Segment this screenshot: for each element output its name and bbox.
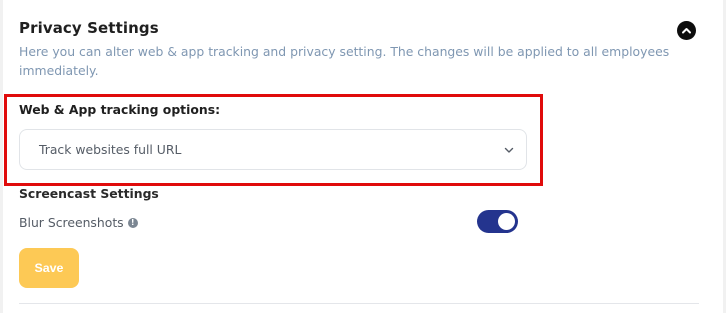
blur-screenshots-row-label: Blur Screenshots ! <box>19 215 138 230</box>
section-description: Here you can alter web & app tracking an… <box>19 44 670 78</box>
blur-screenshots-toggle[interactable] <box>477 210 518 233</box>
chevron-up-icon <box>682 28 691 34</box>
screencast-settings-heading: Screencast Settings <box>19 186 159 201</box>
toggle-knob <box>498 213 515 230</box>
panel-left-edge <box>0 0 3 313</box>
section-divider <box>19 303 699 304</box>
collapse-section-button[interactable] <box>677 21 696 40</box>
tracking-options-value: Track websites full URL <box>39 142 182 157</box>
info-icon[interactable]: ! <box>127 217 138 228</box>
tracking-options-select[interactable]: Track websites full URL <box>19 129 527 170</box>
section-title: Privacy Settings <box>19 19 159 37</box>
chevron-down-icon <box>504 147 514 153</box>
tracking-options-label: Web & App tracking options: <box>19 102 221 117</box>
privacy-settings-panel: Privacy Settings Here you can alter web … <box>0 0 726 313</box>
blur-screenshots-label: Blur Screenshots <box>19 215 124 230</box>
save-button[interactable]: Save <box>19 248 79 288</box>
